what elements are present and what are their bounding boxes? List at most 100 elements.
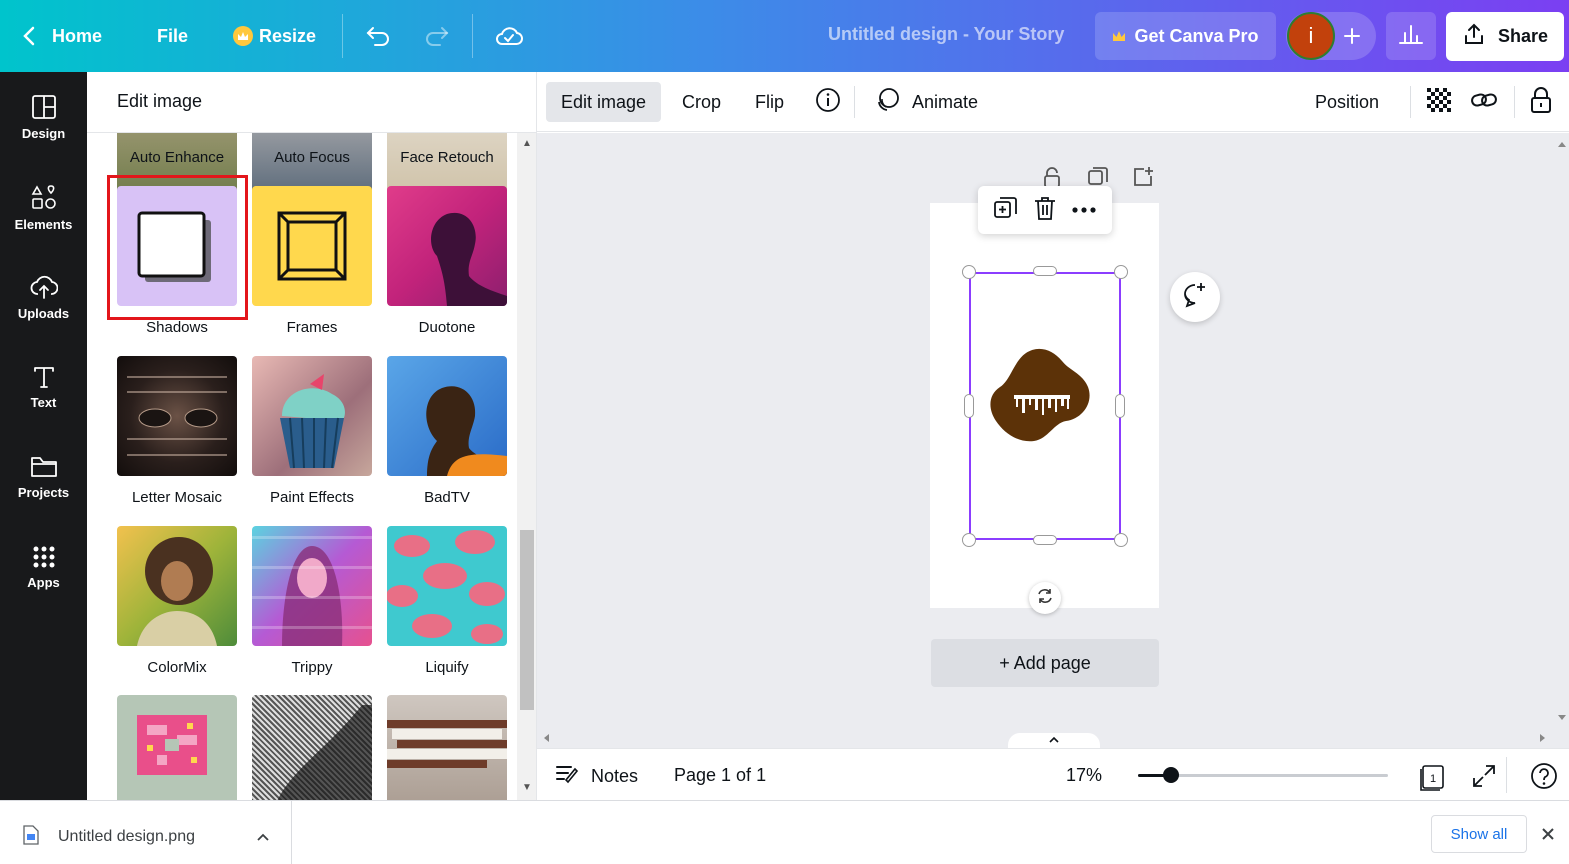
resize-handle-bottom[interactable] [1033,535,1057,545]
resize-handle-top-right[interactable] [1114,265,1128,279]
add-comment-button[interactable] [1170,272,1220,322]
crown-icon [233,26,253,46]
context-toolbar: Edit image Crop Flip Animate Position [537,72,1569,132]
text-icon [32,365,56,389]
edit-image-button[interactable]: Edit image [546,82,662,122]
comment-plus-icon [1181,281,1209,314]
rotate-handle[interactable] [1029,582,1061,614]
flip-button[interactable]: Flip [740,82,799,122]
side-rail: Design Elements Uploads Text Projects Ap… [0,72,87,800]
shadows-highlight-box [107,175,248,320]
add-page-button[interactable]: + Add page [931,639,1159,687]
panel-title: Edit image [117,91,203,111]
effect-tile-colormix[interactable] [117,526,237,646]
show-pages-toggle[interactable] [1008,733,1100,749]
resize-handle-top-left[interactable] [962,265,976,279]
effect-tile-badtv[interactable] [387,356,507,476]
duplicate-icon[interactable] [993,195,1019,226]
info-button[interactable] [800,82,856,122]
page-indicator[interactable]: Page 1 of 1 [674,765,766,786]
selection-frame[interactable] [969,272,1121,540]
scroll-down-icon[interactable]: ▼ [521,782,533,794]
show-all-button[interactable]: Show all [1431,815,1527,853]
resize-handle-bottom-left[interactable] [962,533,976,547]
rail-item-projects[interactable]: Projects [0,432,87,522]
resize-handle-right[interactable] [1115,394,1125,418]
trash-icon[interactable] [1033,195,1057,226]
link-button[interactable] [1455,82,1513,122]
effect-label: Auto Enhance [129,149,225,166]
effect-tile-liquify[interactable] [387,526,507,646]
get-pro-button[interactable]: Get Canva Pro [1095,12,1276,60]
crop-button[interactable]: Crop [667,82,736,122]
grid-icon [32,545,56,569]
resize-handle-bottom-right[interactable] [1114,533,1128,547]
effect-label: Liquify [425,659,469,676]
effect-tile-slice[interactable] [387,695,507,800]
home-label: Home [52,25,103,46]
add-page-icon[interactable] [1132,166,1154,193]
close-icon[interactable] [1541,825,1555,846]
rail-item-uploads[interactable]: Uploads [0,252,87,342]
redo-button[interactable] [424,0,450,72]
lock-button[interactable] [1515,82,1567,122]
upload-icon [1462,22,1486,51]
notes-button[interactable]: Notes [555,763,638,790]
effect-label: Trippy [291,659,333,676]
layout-icon [31,94,57,120]
insights-button[interactable] [1386,12,1436,60]
effect-tile-frames[interactable] [252,186,372,306]
invite-button[interactable] [1336,20,1368,52]
more-options-icon[interactable] [1071,201,1097,219]
effect-tile-halftone[interactable] [252,695,372,800]
canva-editor: Home File Resize Untitled design - Your … [0,0,1569,864]
bar-chart-icon [1398,23,1424,50]
file-menu-button[interactable]: File [157,0,188,72]
zoom-level[interactable]: 17% [1066,765,1102,786]
link-icon [1470,90,1498,115]
rail-item-design[interactable]: Design [0,72,87,162]
rail-item-elements[interactable]: Elements [0,162,87,252]
scroll-up-icon[interactable]: ▲ [521,138,533,150]
canvas-vertical-scrollbar[interactable] [1555,133,1569,748]
rail-item-text[interactable]: Text [0,342,87,432]
document-title[interactable]: Untitled design - Your Story [828,24,1064,45]
donut-image [137,715,207,775]
resize-handle-left[interactable] [964,394,974,418]
share-button[interactable]: Share [1446,12,1564,61]
effect-tile-duotone[interactable] [387,186,507,306]
cloud-save-button[interactable] [495,0,523,72]
effect-tile-trippy[interactable] [252,526,372,646]
home-button[interactable]: Home [22,0,102,72]
rail-label: Text [30,394,57,410]
resize-handle-top[interactable] [1033,266,1057,276]
download-item[interactable]: Untitled design.png [0,801,292,864]
rail-item-apps[interactable]: Apps [0,522,87,612]
portrait-image [426,386,507,476]
effect-tile-pixelate[interactable] [117,695,237,800]
help-button[interactable] [1530,762,1558,795]
avatar[interactable]: i [1287,12,1335,60]
element-floating-toolbar [978,186,1112,234]
chevron-up-icon[interactable] [256,829,270,847]
effect-label: ColorMix [147,659,207,676]
rail-label: Projects [17,484,70,500]
get-pro-label: Get Canva Pro [1134,25,1259,46]
fullscreen-button[interactable] [1471,763,1497,794]
resize-button[interactable]: Resize [233,0,316,72]
effect-tile-paint-effects[interactable] [252,356,372,476]
effect-tile-letter-mosaic[interactable] [117,356,237,476]
cloud-check-icon [495,25,523,47]
animate-button[interactable]: Animate [859,82,993,122]
cloud-upload-icon [30,274,58,300]
position-button[interactable]: Position [1300,82,1394,122]
page-grid-button[interactable]: 1 [1418,763,1446,796]
rotate-icon [1036,587,1054,610]
zoom-slider-handle[interactable] [1162,767,1179,783]
portrait-image [252,536,372,646]
panel-scrollbar-thumb[interactable] [520,530,534,710]
mosaic-image [127,376,227,456]
rail-label: Uploads [17,305,70,321]
file-label: File [157,25,189,46]
undo-button[interactable] [365,0,391,72]
